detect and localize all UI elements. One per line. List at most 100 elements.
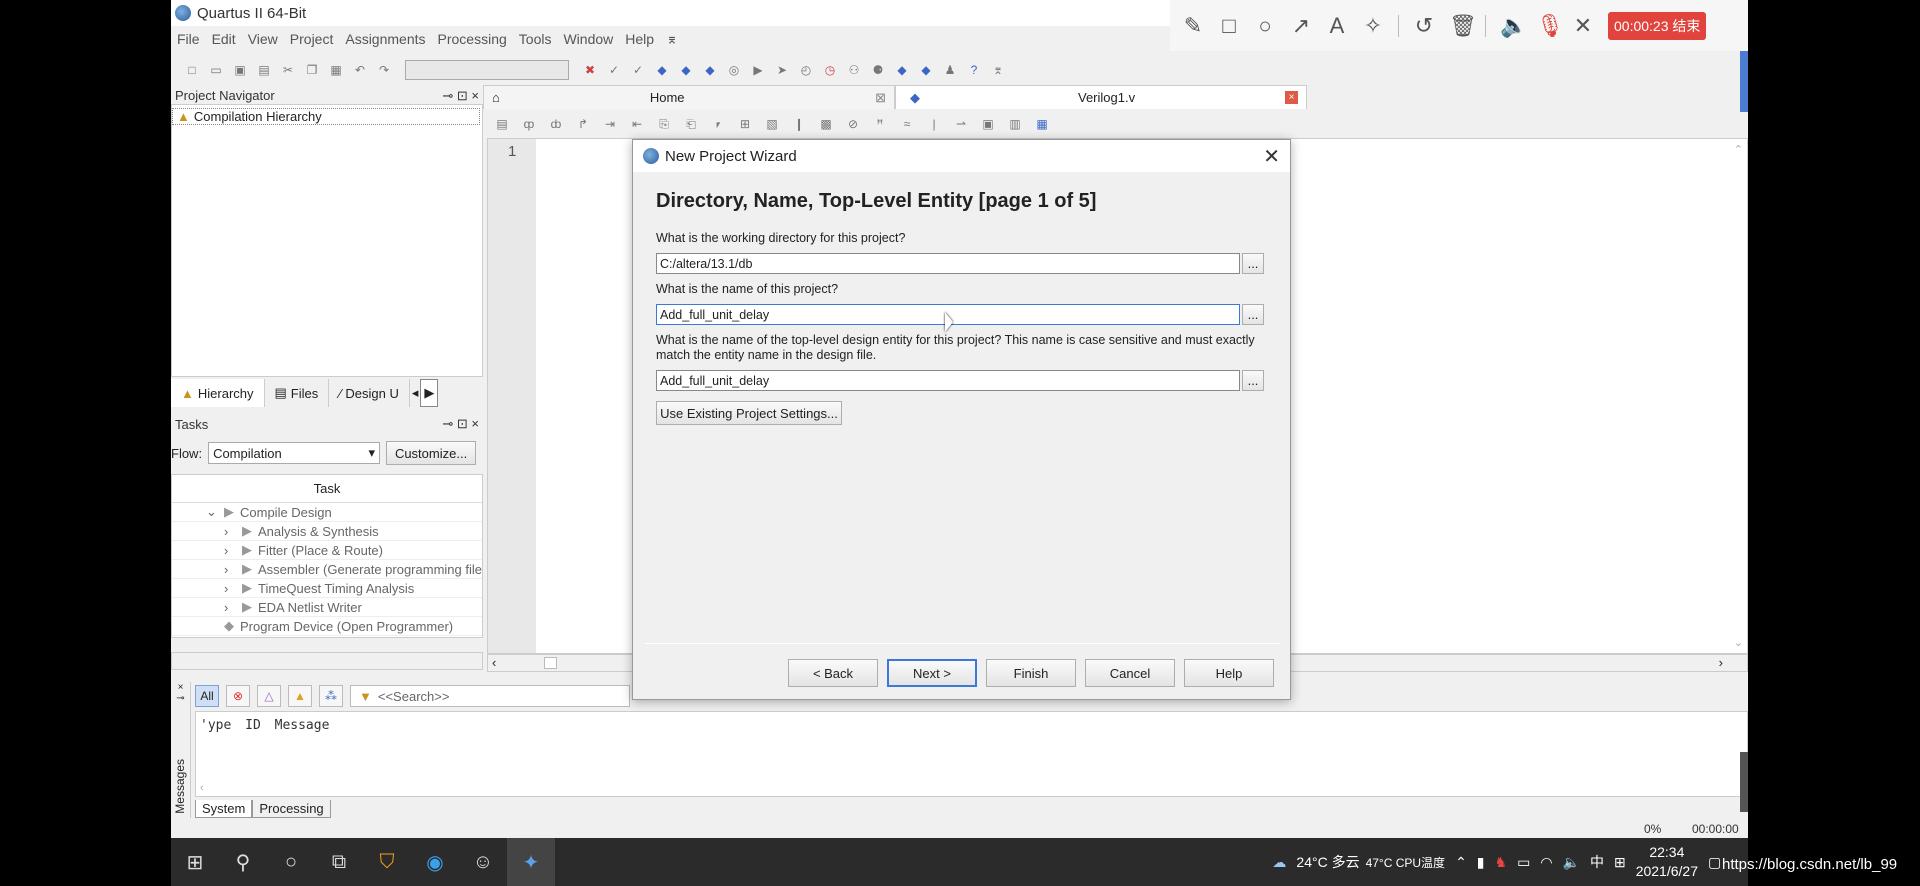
quartus-taskbar-icon[interactable]: ✦ [507,838,555,886]
task-row[interactable]: › ▶ TimeQuest Timing Analysis [172,579,482,598]
expand-icon[interactable]: › [224,524,238,539]
sort-icon[interactable]: ≈ [898,115,916,133]
task-row[interactable]: › ▶ Assembler (Generate programming file [172,560,482,579]
usb-icon[interactable]: ▮ [1477,854,1485,871]
close-icon[interactable]: ✕ [1572,13,1594,39]
tray-expand-icon[interactable]: ⌃ [1455,854,1467,871]
menu-project[interactable]: Project [290,31,334,47]
security-shield-icon[interactable]: ⛉ [363,838,411,886]
edge-browser-icon[interactable]: ◉ [411,838,459,886]
tab-verilog[interactable]: ◆ Verilog1.v × [895,85,1307,109]
indent-icon[interactable]: ⇥ [601,115,619,133]
chip-icon[interactable]: ◆ [893,61,911,79]
tab-scroll-left-icon[interactable]: ◂ [410,379,421,407]
analysis-icon[interactable]: ✓ [605,61,623,79]
rectangle-icon[interactable]: □ [1218,13,1240,39]
search-icon[interactable]: ⚲ [219,838,267,886]
cpu-temp-text[interactable]: 47°C CPU温度 [1366,854,1445,871]
clock[interactable]: 22:34 2021/6/27 [1636,843,1698,881]
tasks-panel-controls-icon[interactable]: ⊸ ⊡ × [442,416,479,432]
speaker-icon[interactable]: 🔈 [1500,13,1527,39]
timequest-icon[interactable]: ◷ [821,61,839,79]
programmer-icon[interactable]: ◆ [917,61,935,79]
stop-icon[interactable]: ✖ [581,61,599,79]
tab-verilog-close-icon[interactable]: × [1285,91,1298,104]
task-hscroll[interactable] [171,652,483,670]
paste-icon[interactable]: ▦ [327,61,345,79]
compile-icon[interactable]: ◎ [725,61,743,79]
save-all-icon[interactable]: ▤ [255,61,273,79]
template-icon[interactable]: ⊘ [844,115,862,133]
editor-tool-icon[interactable]: ▤ [493,115,511,133]
menu-assignments[interactable]: Assignments [345,31,425,47]
filter-error-icon[interactable]: ⊗ [226,685,250,707]
timing-icon[interactable]: ◴ [797,61,815,79]
magic-wand-icon[interactable]: ✧ [1362,13,1384,39]
bookmark-icon[interactable]: ⎘ [655,115,673,133]
customize-button[interactable]: Customize... [386,441,477,465]
browse-directory-button[interactable]: ... [1242,253,1264,274]
keyboard-grid-icon[interactable]: ⊞ [1614,854,1626,871]
bookmark-prev-icon[interactable]: ⎖ [709,115,727,133]
menu-view[interactable]: View [248,31,278,47]
task-row[interactable]: ⌄ ▶ Compile Design [172,503,482,522]
redo-icon[interactable]: ↷ [375,61,393,79]
battery-icon[interactable]: ▭ [1517,854,1530,871]
cut-icon[interactable]: ✂ [279,61,297,79]
synthesis-icon[interactable]: ✓ [629,61,647,79]
tab-processing[interactable]: Processing [252,800,331,818]
undo-icon[interactable]: ↺ [1413,13,1435,39]
sopc-icon[interactable]: ♟ [941,61,959,79]
arrow-icon[interactable]: ↗ [1290,13,1312,39]
toolbar-options-icon[interactable]: ⌆ [666,31,678,48]
dialog-close-icon[interactable]: ✕ [1263,144,1280,169]
scroll-right-icon[interactable]: › [1719,655,1723,670]
ime-indicator[interactable]: 中 [1590,852,1604,872]
cancel-button[interactable]: Cancel [1085,659,1175,687]
uncomment-icon[interactable]: ▩ [817,115,835,133]
messages-close-icon[interactable]: × [171,682,190,693]
windows-start-icon[interactable]: ⊞ [171,838,219,886]
menu-tools[interactable]: Tools [519,31,552,47]
expand-icon[interactable]: › [224,562,238,577]
chip-planner-icon[interactable]: ◆ [701,61,719,79]
task-row[interactable]: › ▶ Fitter (Place & Route) [172,541,482,560]
filter-warning-icon[interactable]: ▲ [288,685,312,707]
copy-icon[interactable]: ❐ [303,61,321,79]
tab-hierarchy[interactable]: ▲ Hierarchy [171,379,265,407]
undo-icon[interactable]: ↶ [351,61,369,79]
tab-files[interactable]: ▤ Files [265,379,330,407]
task-row[interactable]: › ▶ EDA Netlist Writer [172,598,482,617]
use-existing-settings-button[interactable]: Use Existing Project Settings... [656,401,842,425]
tab-design-units[interactable]: ⁄ Design U [329,379,410,407]
text-icon[interactable]: A [1326,13,1348,39]
working-directory-field[interactable]: C:/altera/13.1/db [656,253,1240,274]
scroll-thumb[interactable] [544,657,557,669]
weather-text[interactable]: 24°C 多云 [1296,852,1359,872]
expand-icon[interactable]: ⌄ [206,504,220,520]
new-icon[interactable]: □ [183,61,201,79]
browse-entity-button[interactable]: ... [1242,370,1264,391]
top-level-entity-field[interactable]: Add_full_unit_delay [656,370,1240,391]
pin-planner-icon[interactable]: ◆ [677,61,695,79]
filter-info-icon[interactable]: ⁂ [319,685,343,707]
messages-search-input[interactable]: ▼ <<Search>> [350,685,630,707]
circle-icon[interactable]: ○ [1254,13,1276,39]
task-row[interactable]: ◆ Program Device (Open Programmer) [172,617,482,636]
goto-icon[interactable]: ↱ [574,115,592,133]
scroll-left-icon[interactable]: ‹ [492,655,496,670]
help-button[interactable]: Help [1184,659,1274,687]
scroll-up-icon[interactable]: ⌃ [1734,143,1743,156]
panel-controls-icon[interactable]: ⊸ ⊡ × [442,88,479,104]
open-icon[interactable]: ▭ [207,61,225,79]
tab-home-close-icon[interactable]: ⊠ [875,90,886,106]
scroll-down-icon[interactable]: ⌄ [1734,636,1743,649]
wrap-icon[interactable]: ⇀ [952,115,970,133]
start-icon[interactable]: ▶ [749,61,767,79]
qq-icon[interactable]: ♞ [1495,854,1508,871]
expand-icon[interactable]: › [224,543,238,558]
volume-icon[interactable]: 🔈 [1563,854,1580,871]
find-replace-icon[interactable]: ȸ [547,115,565,133]
filter-all-button[interactable]: All [195,685,219,707]
pen-icon[interactable]: ✎ [1182,13,1204,39]
